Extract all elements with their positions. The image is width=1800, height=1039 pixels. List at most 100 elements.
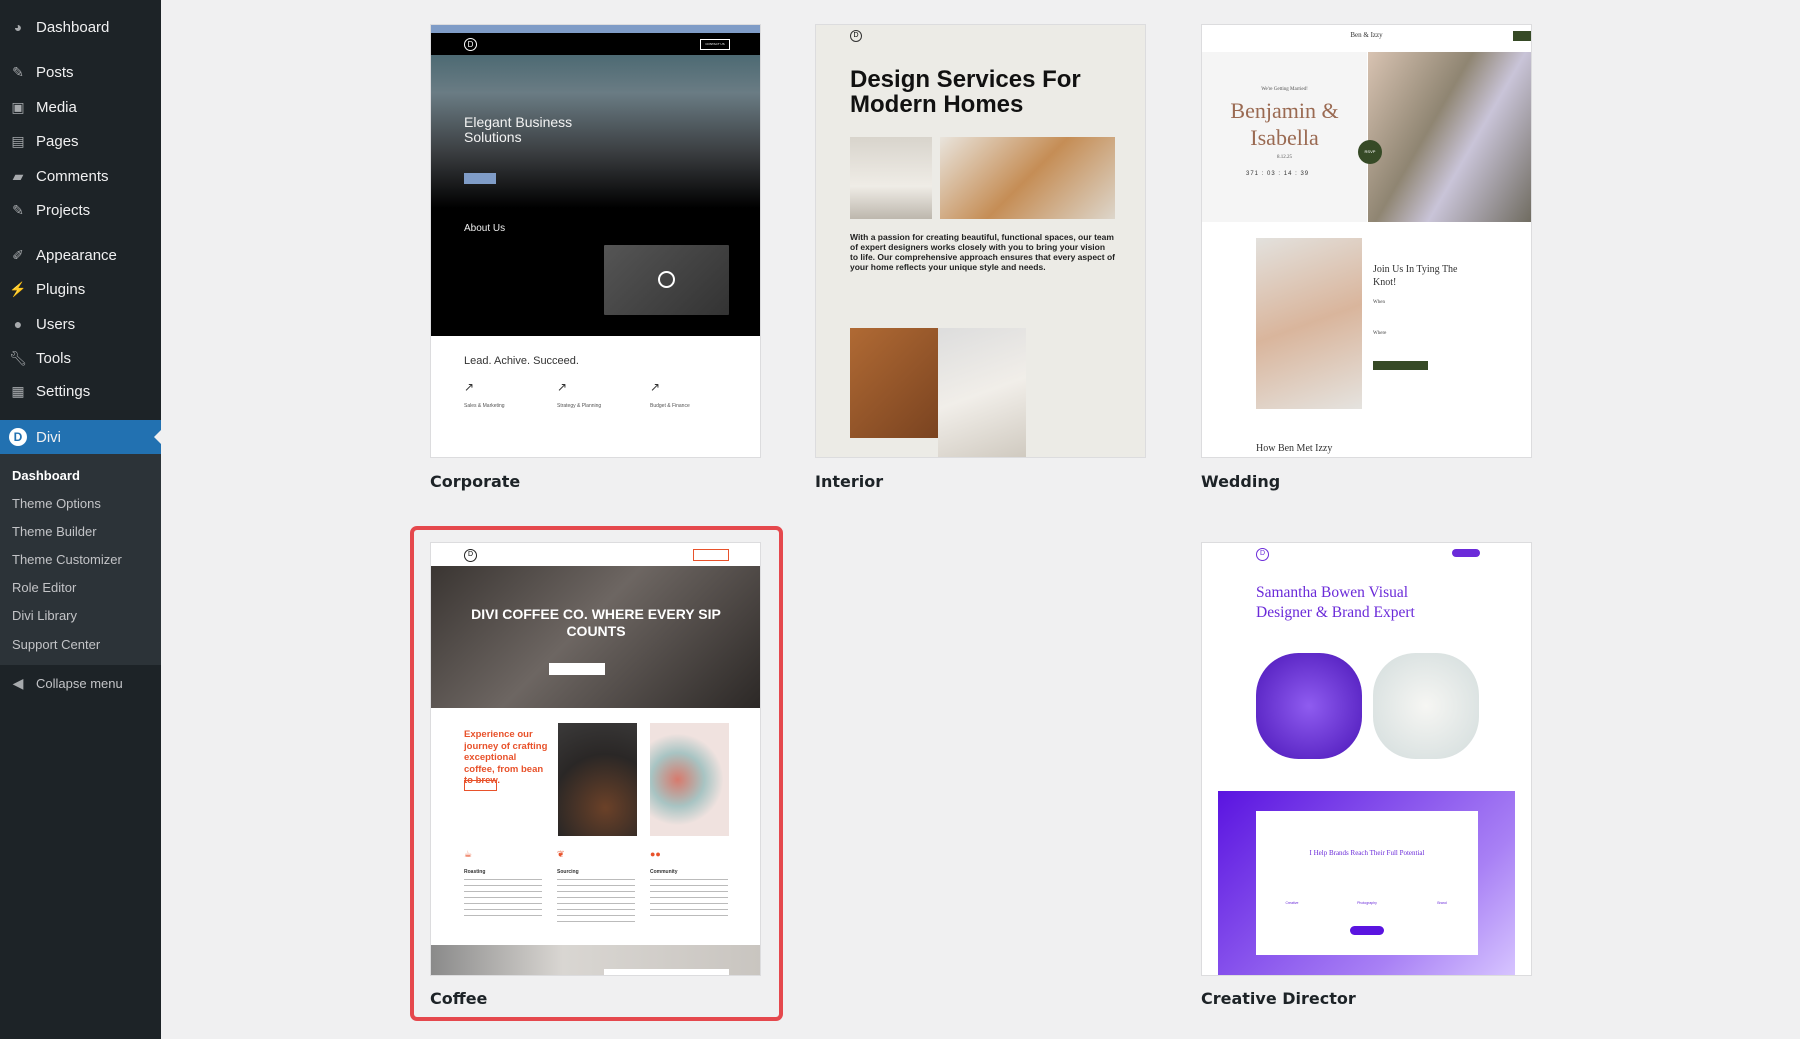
story-heading: How Ben Met Izzy bbox=[1256, 443, 1333, 454]
hero-button bbox=[464, 173, 496, 184]
sidebar-item-dashboard[interactable]: ◕ Dashboard bbox=[0, 12, 161, 42]
candle-blob-image bbox=[1373, 653, 1479, 759]
sidebar-item-plugins[interactable]: ⚡ Plugins bbox=[0, 274, 161, 304]
comment-icon: ▰ bbox=[12, 167, 24, 184]
submenu-dashboard[interactable]: Dashboard bbox=[12, 468, 80, 483]
interior-title: Design Services For Modern Homes bbox=[850, 66, 1081, 118]
social-icons bbox=[1452, 549, 1480, 557]
arrow-icon: ↗ bbox=[464, 380, 475, 394]
media-icon: ▣ bbox=[11, 98, 25, 115]
leaf-icon: ❦ bbox=[557, 849, 565, 859]
leather-photo bbox=[850, 328, 938, 438]
sidebar-item-divi-label[interactable]: D Divi bbox=[0, 422, 161, 452]
service-label: Brand bbox=[1437, 901, 1447, 905]
chair-photo bbox=[940, 137, 1115, 219]
dashboard-icon: ◕ bbox=[13, 19, 23, 35]
label: Projects bbox=[36, 201, 91, 219]
divi-logo-icon: D bbox=[464, 38, 477, 51]
label: Plugins bbox=[36, 280, 86, 298]
text-lines bbox=[464, 879, 542, 919]
divi-submenu: Dashboard Theme Options Theme Builder Th… bbox=[0, 454, 161, 665]
feature-heading: Roasting bbox=[464, 869, 486, 875]
video-thumbnail bbox=[604, 245, 729, 315]
footer-image bbox=[431, 945, 760, 975]
pin-icon: ✎ bbox=[12, 63, 24, 80]
creative-title: Samantha Bowen Visual Designer & Brand E… bbox=[1256, 584, 1415, 621]
feature-heading: Community bbox=[650, 869, 678, 875]
user-icon: ● bbox=[13, 316, 23, 332]
interior-body: With a passion for creating beautiful, f… bbox=[850, 232, 1116, 272]
plugin-icon: ⚡ bbox=[9, 280, 27, 297]
layout-card-interior[interactable]: D Design Services For Modern Homes With … bbox=[815, 24, 1146, 458]
submenu-theme-customizer[interactable]: Theme Customizer bbox=[12, 552, 122, 567]
label: Settings bbox=[36, 382, 91, 400]
submenu-role-editor[interactable]: Role Editor bbox=[12, 580, 76, 595]
layout-card-wedding[interactable]: Ben & Izzy We're Getting Married! Benjam… bbox=[1201, 24, 1532, 458]
arrow-icon: ↗ bbox=[650, 380, 661, 394]
banner-button bbox=[1350, 926, 1384, 935]
layout-card-corporate[interactable]: D CONTACT US Elegant Business Solutions … bbox=[430, 24, 761, 458]
settings-icon: ▦ bbox=[11, 382, 25, 399]
arrow-icon: ↗ bbox=[557, 380, 568, 394]
sidebar-item-users[interactable]: ● Users bbox=[0, 309, 161, 339]
layout-label-coffee: Coffee bbox=[430, 989, 488, 1008]
label: Media bbox=[36, 98, 77, 116]
shop-button bbox=[464, 780, 497, 791]
rsvp-badge: RSVP bbox=[1358, 140, 1382, 164]
layout-label-corporate: Corporate bbox=[430, 472, 521, 491]
days: 371 bbox=[1246, 171, 1260, 177]
glasses-photo bbox=[938, 328, 1026, 457]
submenu-theme-builder[interactable]: Theme Builder bbox=[12, 524, 97, 539]
hands-photo bbox=[1256, 238, 1362, 409]
kicker: We're Getting Married! bbox=[1261, 87, 1308, 92]
wrench-icon: 🔧︎ bbox=[9, 349, 27, 366]
sidebar-item-tools[interactable]: 🔧︎ Tools bbox=[0, 343, 161, 373]
pages-icon: ▤ bbox=[11, 132, 25, 149]
purple-blob-image bbox=[1256, 653, 1362, 759]
couple-names: Benjamin & Isabella bbox=[1230, 98, 1339, 150]
rsvp-nav-button bbox=[1513, 31, 1531, 41]
text-lines bbox=[557, 879, 635, 923]
when-label: When bbox=[1373, 300, 1385, 305]
nav-cta-button bbox=[693, 549, 729, 561]
tagline: Lead. Achive. Succeed. bbox=[464, 355, 579, 367]
service-label: Creative bbox=[1285, 901, 1299, 905]
layout-card-coffee[interactable]: D DIVI COFFEE CO. WHERE EVERY SIP COUNTS… bbox=[430, 542, 761, 976]
interior-photo bbox=[850, 137, 932, 219]
join-heading: Join Us In Tying The Knot! bbox=[1373, 264, 1458, 288]
service-label: Photography bbox=[1357, 901, 1377, 905]
where-label: Where bbox=[1373, 331, 1387, 336]
wedding-brand: Ben & Izzy bbox=[1350, 31, 1383, 39]
community-icon: ●● bbox=[650, 849, 661, 859]
collapse-arrow-icon: ◀ bbox=[12, 674, 24, 691]
divi-logo-icon: D bbox=[1256, 548, 1269, 561]
hero-button bbox=[549, 663, 605, 675]
coffee-intro: Experience our journey of crafting excep… bbox=[464, 729, 548, 786]
hero-title: Elegant Business Solutions bbox=[464, 114, 573, 145]
layout-card-creative-director[interactable]: D Samantha Bowen Visual Designer & Brand… bbox=[1201, 542, 1532, 976]
submenu-divi-library[interactable]: Divi Library bbox=[12, 608, 77, 623]
cup-icon: ☕︎ bbox=[464, 849, 473, 859]
coffee-hero-title: DIVI COFFEE CO. WHERE EVERY SIP COUNTS bbox=[471, 606, 721, 639]
label: Pages bbox=[36, 132, 79, 150]
announcement-bar bbox=[431, 25, 760, 33]
submenu-theme-options[interactable]: Theme Options bbox=[12, 496, 101, 511]
sidebar-item-posts[interactable]: ✎ Posts bbox=[0, 57, 161, 87]
submenu-support-center[interactable]: Support Center bbox=[12, 637, 100, 652]
column-heading: Strategy & Planning bbox=[557, 403, 602, 409]
sidebar-item-appearance[interactable]: ✐ Appearance bbox=[0, 240, 161, 270]
pin-icon: ✎ bbox=[12, 201, 24, 218]
sidebar-item-projects[interactable]: ✎ Projects bbox=[0, 195, 161, 225]
layout-label-wedding: Wedding bbox=[1201, 472, 1281, 491]
label: Posts bbox=[36, 63, 74, 81]
sidebar-item-pages[interactable]: ▤ Pages bbox=[0, 126, 161, 156]
rsvp-button bbox=[1373, 361, 1428, 370]
sidebar-item-comments[interactable]: ▰ Comments bbox=[0, 161, 161, 191]
food-photo bbox=[650, 723, 729, 836]
sidebar-item-settings[interactable]: ▦ Settings bbox=[0, 376, 161, 406]
sidebar-item-media[interactable]: ▣ Media bbox=[0, 92, 161, 122]
play-icon bbox=[658, 271, 675, 288]
label: Comments bbox=[36, 167, 109, 185]
collapse-menu-button[interactable]: ◀ Collapse menu bbox=[0, 668, 161, 698]
couple-photo bbox=[1368, 52, 1531, 222]
